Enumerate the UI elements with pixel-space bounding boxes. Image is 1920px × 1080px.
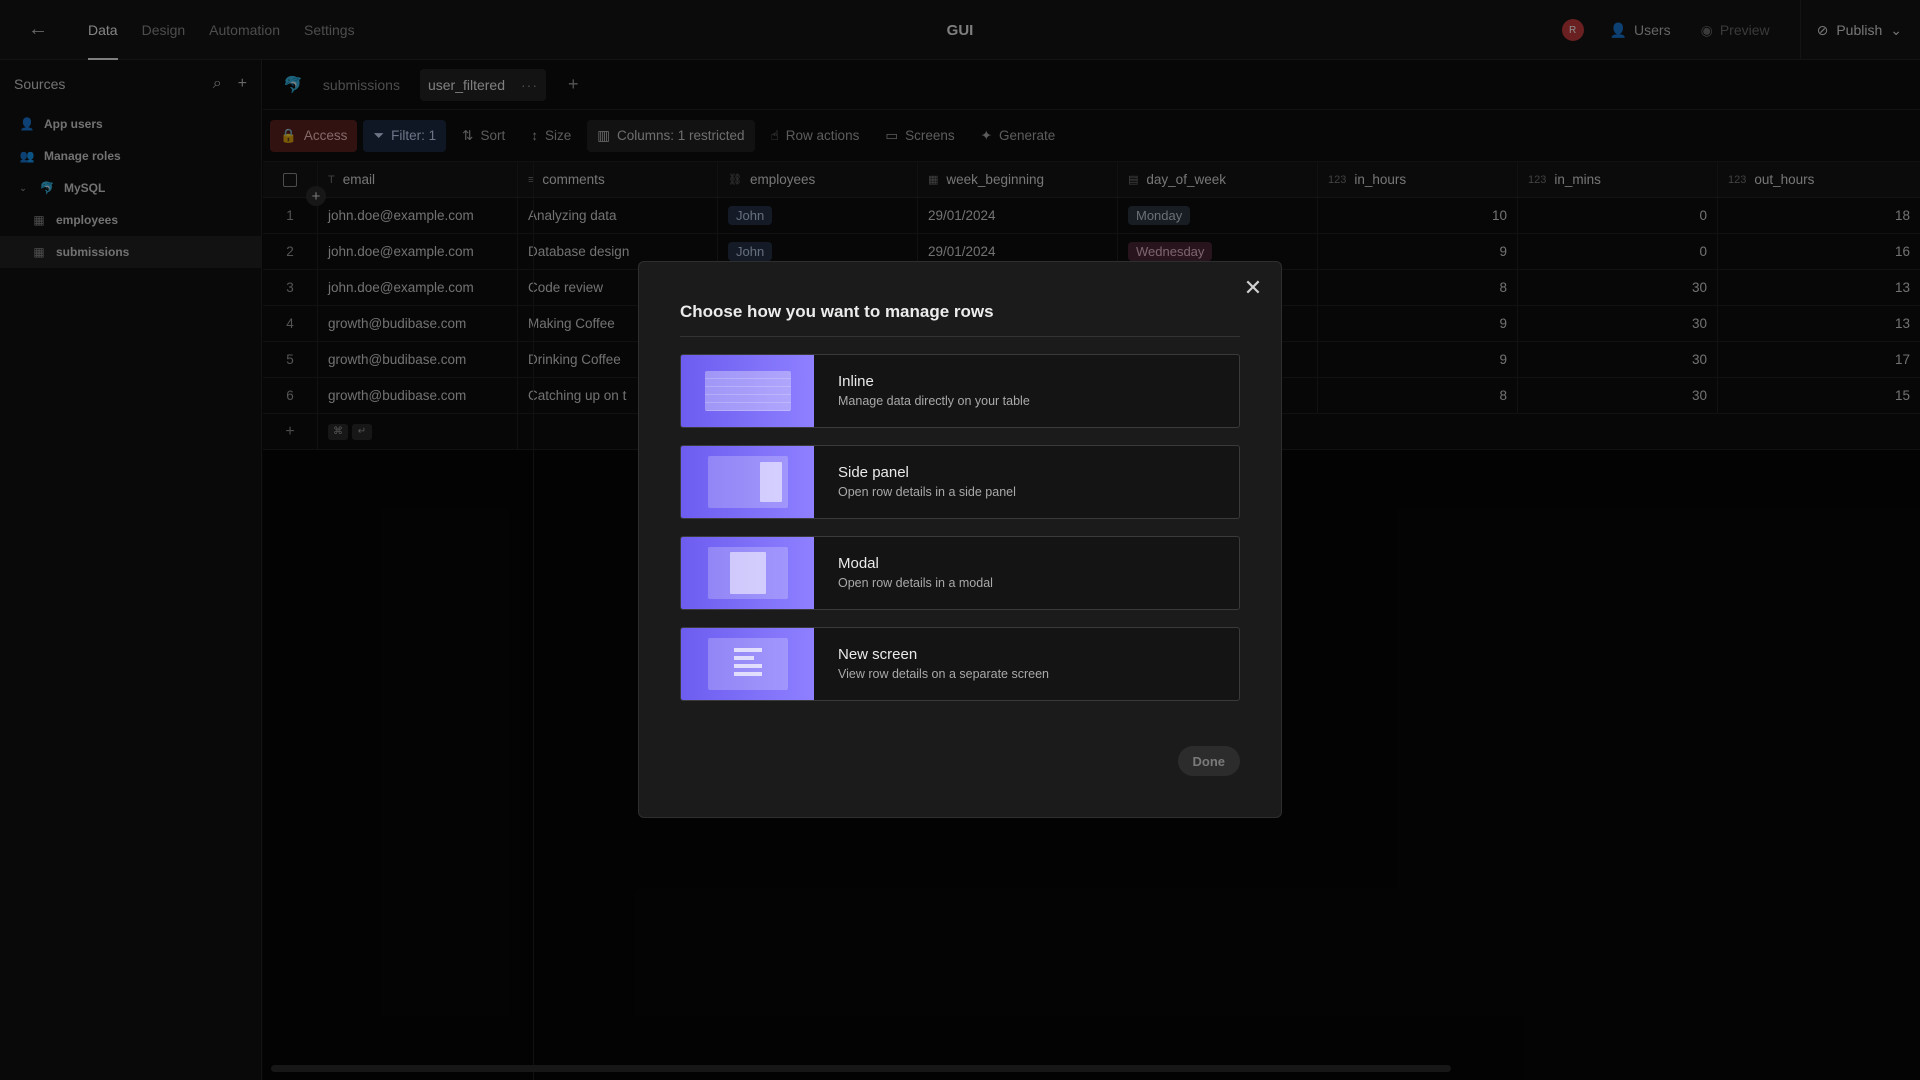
option-side-panel[interactable]: Side panel Open row details in a side pa… bbox=[680, 445, 1240, 519]
done-button[interactable]: Done bbox=[1177, 746, 1240, 776]
option-inline[interactable]: Inline Manage data directly on your tabl… bbox=[680, 354, 1240, 428]
option-new-screen[interactable]: New screen View row details on a separat… bbox=[680, 627, 1240, 701]
option-desc: Open row details in a side panel bbox=[838, 485, 1016, 499]
option-desc: Open row details in a modal bbox=[838, 576, 993, 590]
inline-thumbnail bbox=[681, 355, 814, 427]
option-title: New screen bbox=[838, 646, 918, 663]
option-title: Modal bbox=[838, 555, 879, 572]
option-title: Inline bbox=[838, 373, 874, 390]
modal-title: Choose how you want to manage rows bbox=[680, 302, 1240, 337]
side-panel-thumbnail bbox=[681, 446, 814, 518]
modal-thumbnail bbox=[681, 537, 814, 609]
close-icon[interactable]: ✕ bbox=[1241, 275, 1265, 300]
option-modal[interactable]: Modal Open row details in a modal bbox=[680, 536, 1240, 610]
manage-rows-modal: ✕ Choose how you want to manage rows Inl… bbox=[638, 261, 1282, 818]
option-desc: Manage data directly on your table bbox=[838, 394, 1030, 408]
option-desc: View row details on a separate screen bbox=[838, 667, 1049, 681]
option-title: Side panel bbox=[838, 464, 909, 481]
new-screen-thumbnail bbox=[681, 628, 814, 700]
